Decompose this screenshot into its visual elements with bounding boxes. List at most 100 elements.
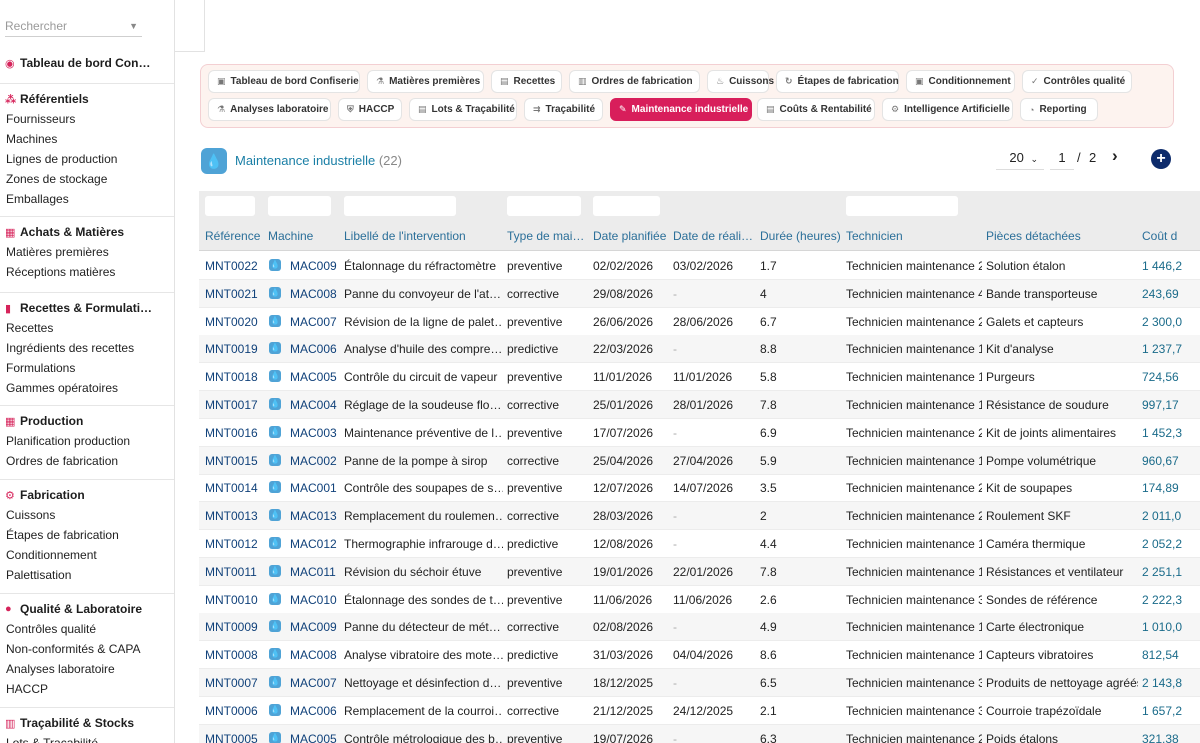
- add-record-button[interactable]: +: [1151, 149, 1171, 169]
- cell-machine[interactable]: MAC006: [290, 704, 342, 718]
- cell-reference[interactable]: MNT0017: [205, 398, 264, 412]
- table-row[interactable]: MNT0011 MAC011 Révision du séchoir étuve pr…: [199, 557, 1200, 586]
- column-header-pieces-detachees[interactable]: Pièces détachées: [986, 229, 1138, 243]
- module-tab-recettes[interactable]: ▤ Recettes: [491, 70, 562, 93]
- cell-reference[interactable]: MNT0009: [205, 620, 264, 634]
- sidebar-group-header[interactable]: ▮ Recettes & Formulati…: [0, 298, 174, 318]
- table-row[interactable]: MNT0005 MAC005 Contrôle métrologique des b…: [199, 724, 1200, 743]
- sidebar-item-lots-tracabilite[interactable]: Lots & Traçabilité: [0, 733, 174, 743]
- module-tab-controles-qualite[interactable]: ✓ Contrôles qualité: [1022, 70, 1132, 93]
- cell-machine[interactable]: MAC006: [290, 342, 342, 356]
- cell-machine[interactable]: MAC009: [290, 620, 342, 634]
- column-header-cout-d[interactable]: Coût d: [1142, 229, 1196, 243]
- module-tab-tableau-de-bord-confiserie[interactable]: ▣ Tableau de bord Confiserie: [208, 70, 360, 93]
- cell-machine[interactable]: MAC005: [290, 732, 342, 743]
- sidebar-item-machines[interactable]: Machines: [0, 129, 174, 149]
- sidebar-item-etapes-de-fabrication[interactable]: Étapes de fabrication: [0, 525, 174, 545]
- sidebar-item-cuissons[interactable]: Cuissons: [0, 505, 174, 525]
- page-number-input[interactable]: 1: [1050, 148, 1074, 170]
- column-filter-input[interactable]: [593, 196, 660, 216]
- next-page-icon[interactable]: ›: [1112, 146, 1118, 166]
- module-tab-couts-rentabilite[interactable]: ▤ Coûts & Rentabilité: [757, 98, 875, 121]
- sidebar-item-matieres-premieres[interactable]: Matières premières: [0, 242, 174, 262]
- chevron-down-icon[interactable]: ▼: [129, 15, 138, 37]
- sidebar-group-header[interactable]: ◉ Tableau de bord Con…: [0, 53, 174, 73]
- sidebar-item-gammes-operatoires[interactable]: Gammes opératoires: [0, 378, 174, 398]
- sidebar-item-palettisation[interactable]: Palettisation: [0, 565, 174, 585]
- sidebar-item-fournisseurs[interactable]: Fournisseurs: [0, 109, 174, 129]
- sidebar-group-header[interactable]: ▥ Traçabilité & Stocks: [0, 713, 174, 733]
- sidebar-item-analyses-laboratoire[interactable]: Analyses laboratoire: [0, 659, 174, 679]
- sidebar-item-recettes[interactable]: Recettes: [0, 318, 174, 338]
- table-row[interactable]: MNT0006 MAC006 Remplacement de la courroi……: [199, 697, 1200, 725]
- cell-reference[interactable]: MNT0008: [205, 648, 264, 662]
- cell-reference[interactable]: MNT0005: [205, 732, 264, 743]
- sidebar-group-header[interactable]: ● Qualité & Laboratoire: [0, 599, 174, 619]
- sidebar-item-receptions-matieres[interactable]: Réceptions matières: [0, 262, 174, 282]
- cell-reference[interactable]: MNT0019: [205, 342, 264, 356]
- module-tab-etapes-de-fabrication[interactable]: ↻ Étapes de fabrication: [776, 70, 899, 93]
- module-tab-cuissons[interactable]: ♨ Cuissons: [707, 70, 774, 93]
- sidebar-group-header[interactable]: ▦ Achats & Matières: [0, 222, 174, 242]
- cell-machine[interactable]: MAC004: [290, 398, 342, 412]
- module-tab-tracabilite[interactable]: ⇉ Traçabilité: [524, 98, 603, 121]
- cell-machine[interactable]: MAC003: [290, 426, 342, 440]
- cell-machine[interactable]: MAC007: [290, 676, 342, 690]
- table-row[interactable]: MNT0014 MAC001 Contrôle des soupapes de s……: [199, 474, 1200, 503]
- module-tab-lots-tracabilite[interactable]: ▤ Lots & Traçabilité: [409, 98, 517, 121]
- cell-reference[interactable]: MNT0016: [205, 426, 264, 440]
- table-row[interactable]: MNT0015 MAC002 Panne de la pompe à sirop co…: [199, 446, 1200, 475]
- column-filter-input[interactable]: [344, 196, 456, 216]
- cell-machine[interactable]: MAC002: [290, 454, 342, 468]
- cell-machine[interactable]: MAC012: [290, 537, 342, 551]
- table-row[interactable]: MNT0020 MAC007 Révision de la ligne de pal…: [199, 308, 1200, 336]
- sidebar-item-haccp[interactable]: HACCP: [0, 679, 174, 699]
- cell-reference[interactable]: MNT0014: [205, 481, 264, 495]
- sidebar-item-conditionnement[interactable]: Conditionnement: [0, 545, 174, 565]
- column-header-technicien[interactable]: Technicien: [846, 229, 982, 243]
- cell-machine[interactable]: MAC009: [290, 259, 342, 273]
- column-filter-input[interactable]: [205, 196, 255, 216]
- cell-reference[interactable]: MNT0015: [205, 454, 264, 468]
- table-row[interactable]: MNT0021 MAC008 Panne du convoyeur de l'at……: [199, 279, 1200, 308]
- column-filter-input[interactable]: [507, 196, 581, 216]
- sidebar-group-header[interactable]: ⁂ Référentiels: [0, 89, 174, 109]
- cell-machine[interactable]: MAC007: [290, 315, 342, 329]
- cell-reference[interactable]: MNT0018: [205, 370, 264, 384]
- cell-machine[interactable]: MAC008: [290, 287, 342, 301]
- column-header-duree-heures[interactable]: Durée (heures): [760, 229, 842, 243]
- search-input[interactable]: Rechercher ▼: [5, 15, 142, 37]
- sidebar-item-lignes-de-production[interactable]: Lignes de production: [0, 149, 174, 169]
- module-tab-intelligence-artificielle[interactable]: ⚙ Intelligence Artificielle: [882, 98, 1013, 121]
- sidebar-group-header[interactable]: ▦ Production: [0, 411, 174, 431]
- column-header-date-de-reali[interactable]: Date de réali…: [673, 229, 756, 243]
- sidebar-item-ordres-de-fabrication[interactable]: Ordres de fabrication: [0, 451, 174, 471]
- page-size-select[interactable]: 20 ⌄: [996, 148, 1044, 170]
- cell-machine[interactable]: MAC013: [290, 509, 342, 523]
- sidebar-item-non-conformites-capa[interactable]: Non-conformités & CAPA: [0, 639, 174, 659]
- table-row[interactable]: MNT0008 MAC008 Analyse vibratoire des mote…: [199, 641, 1200, 670]
- sidebar-item-planification-production[interactable]: Planification production: [0, 431, 174, 451]
- cell-machine[interactable]: MAC011: [290, 565, 342, 579]
- cell-reference[interactable]: MNT0022: [205, 259, 264, 273]
- table-row[interactable]: MNT0013 MAC013 Remplacement du roulemen… co…: [199, 502, 1200, 531]
- cell-reference[interactable]: MNT0012: [205, 537, 264, 551]
- module-tab-reporting[interactable]: ◔ Reporting: [1020, 98, 1098, 121]
- table-row[interactable]: MNT0012 MAC012 Thermographie infrarouge d……: [199, 530, 1200, 558]
- module-tab-haccp[interactable]: ⛨ HACCP: [338, 98, 402, 121]
- module-tab-analyses-laboratoire[interactable]: ⚗ Analyses laboratoire: [208, 98, 331, 121]
- cell-machine[interactable]: MAC010: [290, 593, 342, 607]
- table-row[interactable]: MNT0017 MAC004 Réglage de la soudeuse flo……: [199, 391, 1200, 419]
- sidebar-item-ingredients-des-recettes[interactable]: Ingrédients des recettes: [0, 338, 174, 358]
- module-tab-conditionnement[interactable]: ▣ Conditionnement: [906, 70, 1015, 93]
- column-header-type-de-mai[interactable]: Type de mai…: [507, 229, 589, 243]
- sidebar-item-zones-de-stockage[interactable]: Zones de stockage: [0, 169, 174, 189]
- table-row[interactable]: MNT0022 MAC009 Étalonnage du réfractomètre…: [199, 252, 1200, 280]
- table-row[interactable]: MNT0007 MAC007 Nettoyage et désinfection d…: [199, 669, 1200, 697]
- column-header-libelle-de-l-intervention[interactable]: Libellé de l'intervention: [344, 229, 503, 243]
- module-tab-matieres-premieres[interactable]: ⚗ Matières premières: [367, 70, 484, 93]
- cell-machine[interactable]: MAC008: [290, 648, 342, 662]
- table-row[interactable]: MNT0018 MAC005 Contrôle du circuit de vape…: [199, 363, 1200, 392]
- table-row[interactable]: MNT0009 MAC009 Panne du détecteur de mét… c…: [199, 613, 1200, 642]
- cell-reference[interactable]: MNT0006: [205, 704, 264, 718]
